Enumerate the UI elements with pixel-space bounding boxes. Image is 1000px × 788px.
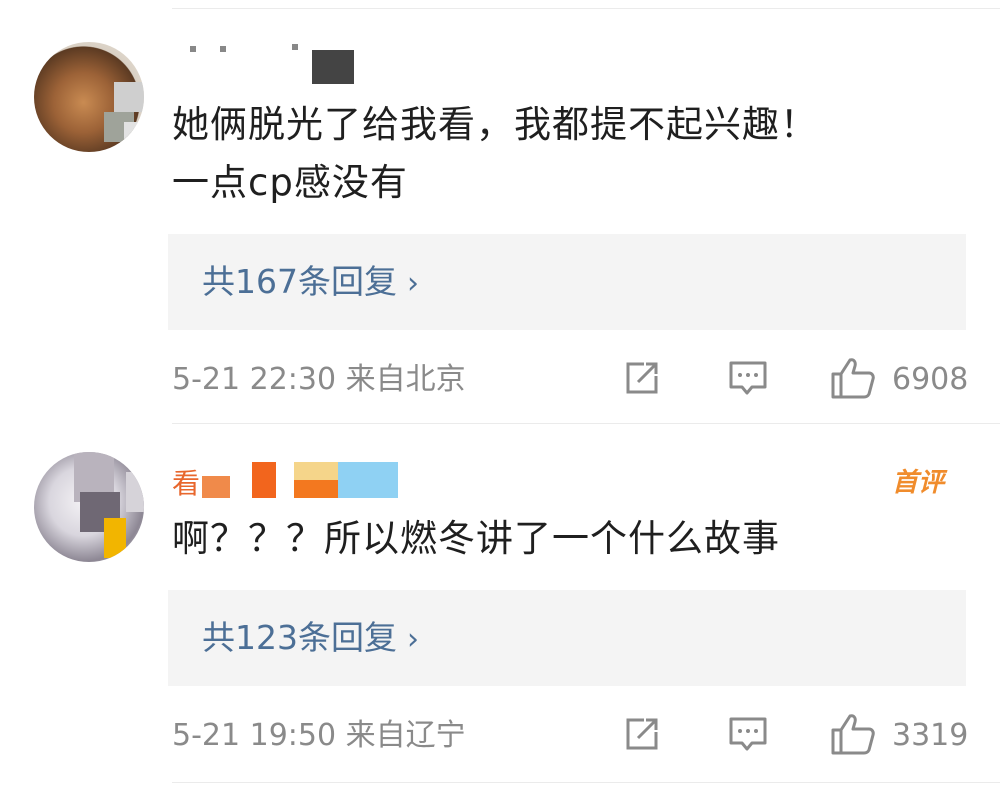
view-replies-link[interactable]: 共123条回复 › (202, 590, 419, 686)
share-icon[interactable] (622, 714, 662, 754)
like-count: 3319 (892, 718, 969, 753)
replies-count-label: 共123条回复 (202, 618, 397, 657)
chevron-right-icon: › (407, 622, 419, 657)
comment-text: 啊？？？所以燃冬讲了一个什么故事 (172, 517, 780, 560)
reply-box[interactable]: 共123条回复 › (168, 590, 966, 686)
avatar-mosaic (126, 472, 144, 512)
comment-icon[interactable] (727, 714, 769, 754)
name-mosaic (338, 462, 398, 498)
first-comment-badge: 首评 (892, 468, 945, 498)
name-mosaic (294, 462, 338, 480)
bottom-divider (172, 782, 1000, 783)
name-mosaic (294, 480, 338, 498)
comment-time: 5-21 19:50 (172, 718, 337, 753)
username[interactable]: 看 (172, 462, 412, 500)
name-mosaic (202, 476, 230, 498)
avatar-mosaic (104, 518, 126, 558)
avatar[interactable] (34, 452, 144, 562)
like-icon[interactable] (830, 712, 876, 756)
username-first-char: 看 (172, 467, 201, 500)
comment-meta: 5-21 19:50 来自辽宁 (172, 716, 466, 756)
comment-location: 来自辽宁 (345, 718, 466, 753)
comment-item-2: 看 首评 啊？？？所以燃冬讲了一个什么故事 共123条回复 › 5-21 19:5… (0, 0, 1000, 788)
name-mosaic (252, 462, 276, 498)
